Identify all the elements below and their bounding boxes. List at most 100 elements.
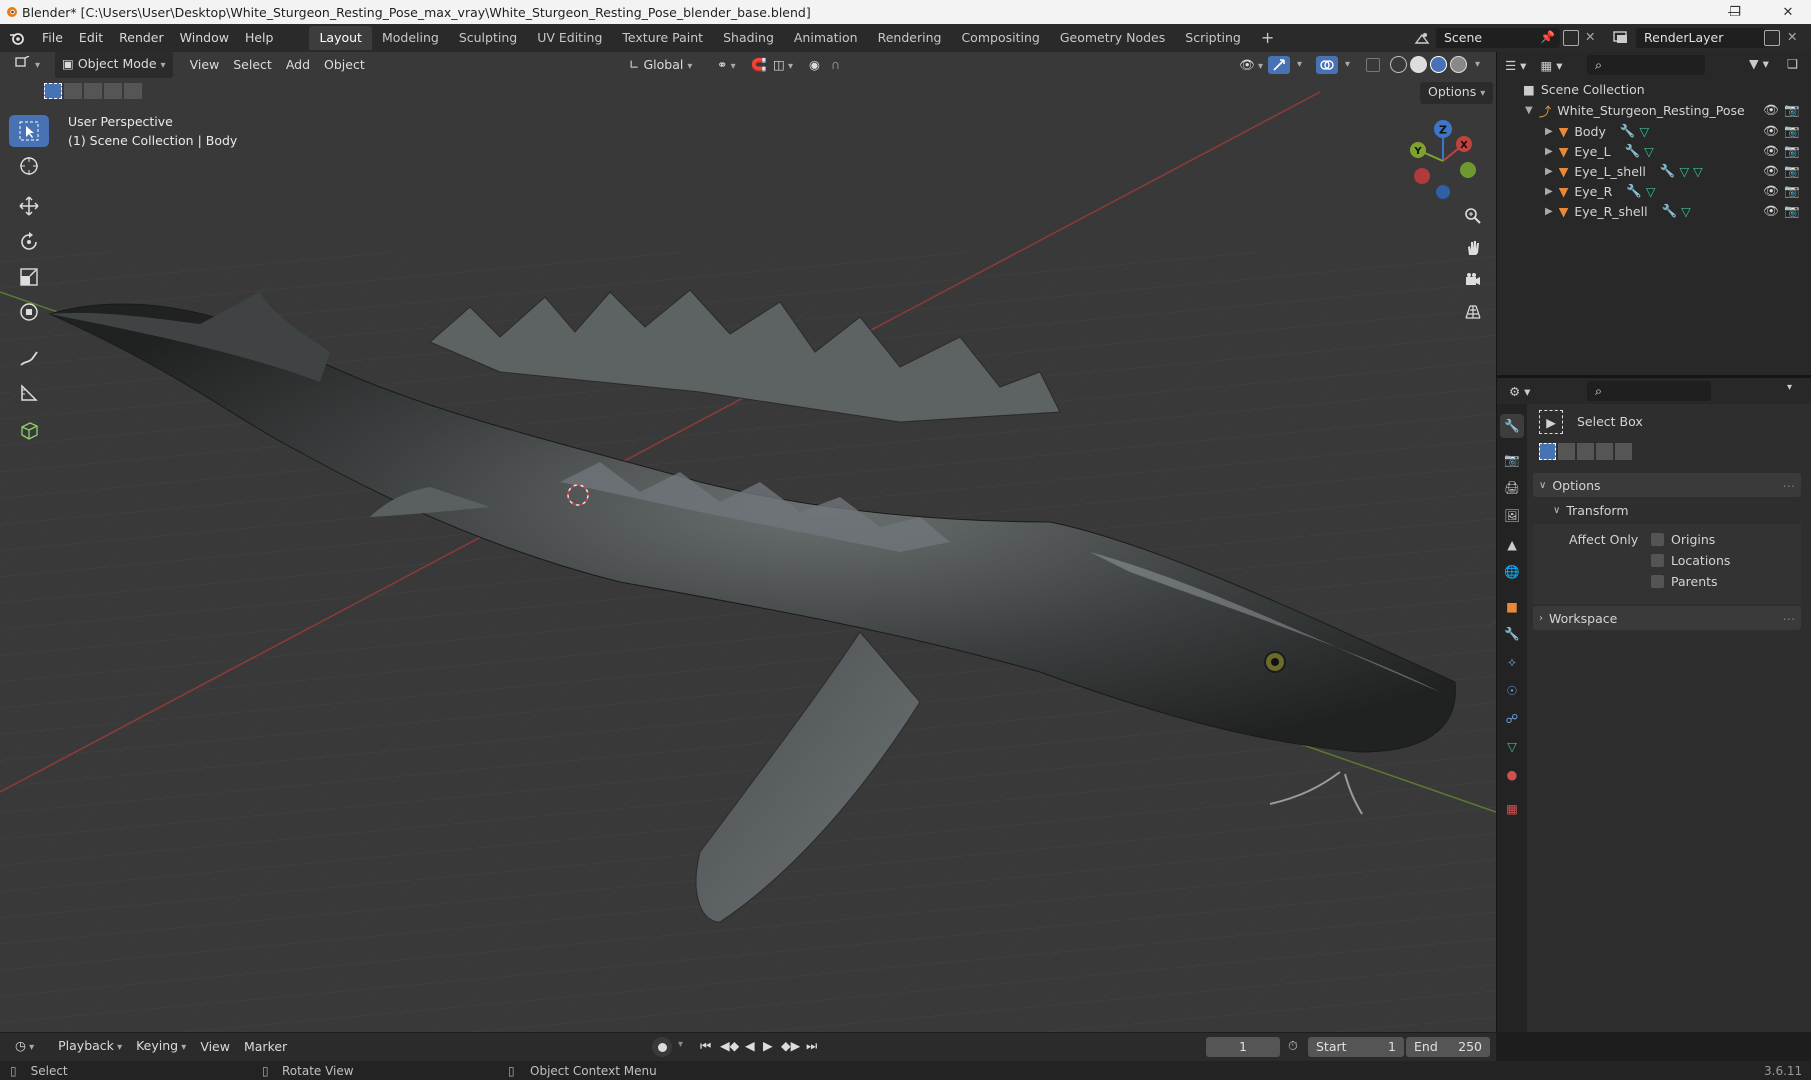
blender-menu-icon[interactable] <box>0 31 34 45</box>
render-tab-icon[interactable]: 📷 <box>1500 448 1524 472</box>
viewport-options-dropdown[interactable]: Options ▾ <box>1420 82 1494 104</box>
transform-tool[interactable] <box>9 296 49 328</box>
new-scene-icon[interactable] <box>1563 30 1579 46</box>
mode-intersect-icon[interactable] <box>1615 443 1632 460</box>
visibility-eye-icon[interactable]: 👁 <box>1763 203 1779 219</box>
viewport-menu-view[interactable]: View <box>183 53 227 77</box>
zoom-icon[interactable] <box>1458 201 1488 231</box>
cursor-tool[interactable] <box>9 150 49 182</box>
modifiers-tab-icon[interactable]: 🔧 <box>1500 622 1524 646</box>
outliner-collection[interactable]: ▼ ⤴ White_Sturgeon_Resting_Pose 👁 📷 <box>1497 100 1811 120</box>
origins-checkbox[interactable]: Origins <box>1651 532 1715 547</box>
visibility-eye-icon[interactable]: 👁 <box>1763 183 1779 199</box>
menu-window[interactable]: Window <box>172 24 237 52</box>
next-keyframe-icon[interactable]: ◆▶ <box>781 1038 800 1053</box>
tab-texture-paint[interactable]: Texture Paint <box>612 26 713 50</box>
data-tab-icon[interactable]: ▽ <box>1500 734 1524 758</box>
select-new-icon[interactable] <box>44 83 62 99</box>
restore-icon[interactable]: ❐ <box>1712 0 1758 24</box>
workspace-panel-header[interactable]: › Workspace ⋯ <box>1533 606 1801 630</box>
viewport-menu-add[interactable]: Add <box>279 53 317 77</box>
wireframe-shading-icon[interactable] <box>1390 56 1407 73</box>
outliner-item-eye-r-shell[interactable]: ▶ ▼ Eye_R_shell 🔧 ▽ 👁 📷 <box>1497 201 1811 221</box>
outliner-search-input[interactable]: ⌕ <box>1587 55 1705 75</box>
properties-search-input[interactable]: ⌕ <box>1587 381 1711 401</box>
texture-tab-icon[interactable]: ▦ <box>1500 796 1524 820</box>
jump-start-icon[interactable]: ⏮ <box>700 1038 711 1054</box>
visibility-eye-icon[interactable]: 👁 <box>1763 123 1779 139</box>
visibility-eye-icon[interactable]: 👁 <box>1763 143 1779 159</box>
gizmo-dropdown[interactable] <box>1290 53 1309 79</box>
filter-icon[interactable]: ▼ ▾ <box>1749 56 1769 71</box>
properties-editor-type-icon[interactable]: ⚙ ▾ <box>1509 384 1530 399</box>
scene-icon[interactable] <box>1410 28 1434 48</box>
play-reverse-icon[interactable]: ◀ <box>745 1038 755 1053</box>
scene-tab-icon[interactable]: ▲ <box>1500 532 1524 556</box>
expand-arrow-icon[interactable]: ▶ <box>1545 186 1553 197</box>
outliner-item-body[interactable]: ▶ ▼ Body 🔧 ▽ 👁 📷 <box>1497 121 1811 141</box>
new-collection-icon[interactable]: ❏ <box>1787 56 1798 71</box>
viewport-menu-object[interactable]: Object <box>317 53 372 77</box>
tool-tab-icon[interactable]: 🔧 <box>1500 414 1524 438</box>
tab-uv-editing[interactable]: UV Editing <box>527 26 612 50</box>
expand-arrow-icon[interactable]: ▶ <box>1545 146 1553 157</box>
viewport-scene[interactable] <box>0 52 1496 1032</box>
outliner-editor-type-icon[interactable]: ☰ ▾ <box>1505 58 1526 73</box>
tab-geometry-nodes[interactable]: Geometry Nodes <box>1050 26 1175 50</box>
tab-modeling[interactable]: Modeling <box>372 26 449 50</box>
viewport-menu-select[interactable]: Select <box>226 53 279 77</box>
rotate-tool[interactable] <box>9 226 49 258</box>
visibility-eye-icon[interactable]: 👁 <box>1763 102 1779 118</box>
outliner-scene-collection[interactable]: ■ Scene Collection <box>1497 79 1811 99</box>
delete-scene-icon[interactable]: ✕ <box>1585 29 1595 44</box>
mode-set-icon[interactable] <box>1539 443 1556 460</box>
render-layer-field[interactable]: RenderLayer <box>1636 28 1766 48</box>
render-camera-icon[interactable]: 📷 <box>1784 143 1800 159</box>
expand-arrow-icon[interactable]: ▼ <box>1525 105 1533 116</box>
measure-tool[interactable] <box>9 377 49 409</box>
tab-sculpting[interactable]: Sculpting <box>449 26 527 50</box>
tab-shading[interactable]: Shading <box>713 26 784 50</box>
start-frame-field[interactable]: Start 1 <box>1308 1037 1404 1057</box>
select-subtract-icon[interactable] <box>84 83 102 99</box>
checkbox-box[interactable] <box>1651 533 1664 546</box>
auto-key-dropdown[interactable]: ▾ <box>678 1039 683 1050</box>
expand-arrow-icon[interactable]: ▶ <box>1545 166 1553 177</box>
move-tool[interactable] <box>9 190 49 222</box>
add-cube-tool[interactable] <box>9 414 49 446</box>
tab-scripting[interactable]: Scripting <box>1175 26 1251 50</box>
tab-rendering[interactable]: Rendering <box>868 26 952 50</box>
select-intersect-icon[interactable] <box>124 83 142 99</box>
visibility-eye-icon[interactable]: 👁 <box>1763 163 1779 179</box>
menu-edit[interactable]: Edit <box>71 24 111 52</box>
output-tab-icon[interactable]: 🖨 <box>1500 476 1524 500</box>
render-camera-icon[interactable]: 📷 <box>1784 163 1800 179</box>
render-layer-icon[interactable] <box>1612 29 1632 47</box>
mode-extend-icon[interactable] <box>1558 443 1575 460</box>
render-camera-icon[interactable]: 📷 <box>1784 203 1800 219</box>
close-icon[interactable]: ✕ <box>1765 0 1811 24</box>
timeline-menu-view[interactable]: View <box>193 1035 237 1059</box>
pin-icon[interactable]: 📌 <box>1540 30 1555 44</box>
checkbox-box[interactable] <box>1651 575 1664 588</box>
editor-type-icon[interactable] <box>8 52 47 78</box>
falloff-icon[interactable]: ∩ <box>824 53 847 77</box>
new-view-layer-icon[interactable] <box>1764 30 1780 46</box>
rendered-shading-icon[interactable] <box>1450 56 1467 73</box>
render-camera-icon[interactable]: 📷 <box>1784 102 1800 118</box>
mode-invert-icon[interactable] <box>1596 443 1613 460</box>
drag-handle-icon[interactable]: ⋯ <box>1783 611 1796 626</box>
expand-arrow-icon[interactable]: ▶ <box>1545 206 1553 217</box>
scale-tool[interactable] <box>9 261 49 293</box>
add-workspace-icon[interactable]: + <box>1251 26 1284 50</box>
perspective-toggle-icon[interactable] <box>1458 297 1488 327</box>
render-camera-icon[interactable]: 📷 <box>1784 183 1800 199</box>
options-panel-header[interactable]: ∨ Options ⋯ <box>1533 473 1801 497</box>
timeline-editor-type-icon[interactable]: ◷ <box>8 1034 41 1060</box>
annotate-tool[interactable] <box>9 342 49 374</box>
tab-compositing[interactable]: Compositing <box>951 26 1049 50</box>
outliner-item-eye-r[interactable]: ▶ ▼ Eye_R 🔧 ▽ 👁 📷 <box>1497 181 1811 201</box>
properties-options-icon[interactable]: ▾ <box>1787 382 1792 393</box>
material-preview-shading-icon[interactable] <box>1430 56 1447 73</box>
timeline-menu-playback[interactable]: Playback <box>51 1034 129 1060</box>
